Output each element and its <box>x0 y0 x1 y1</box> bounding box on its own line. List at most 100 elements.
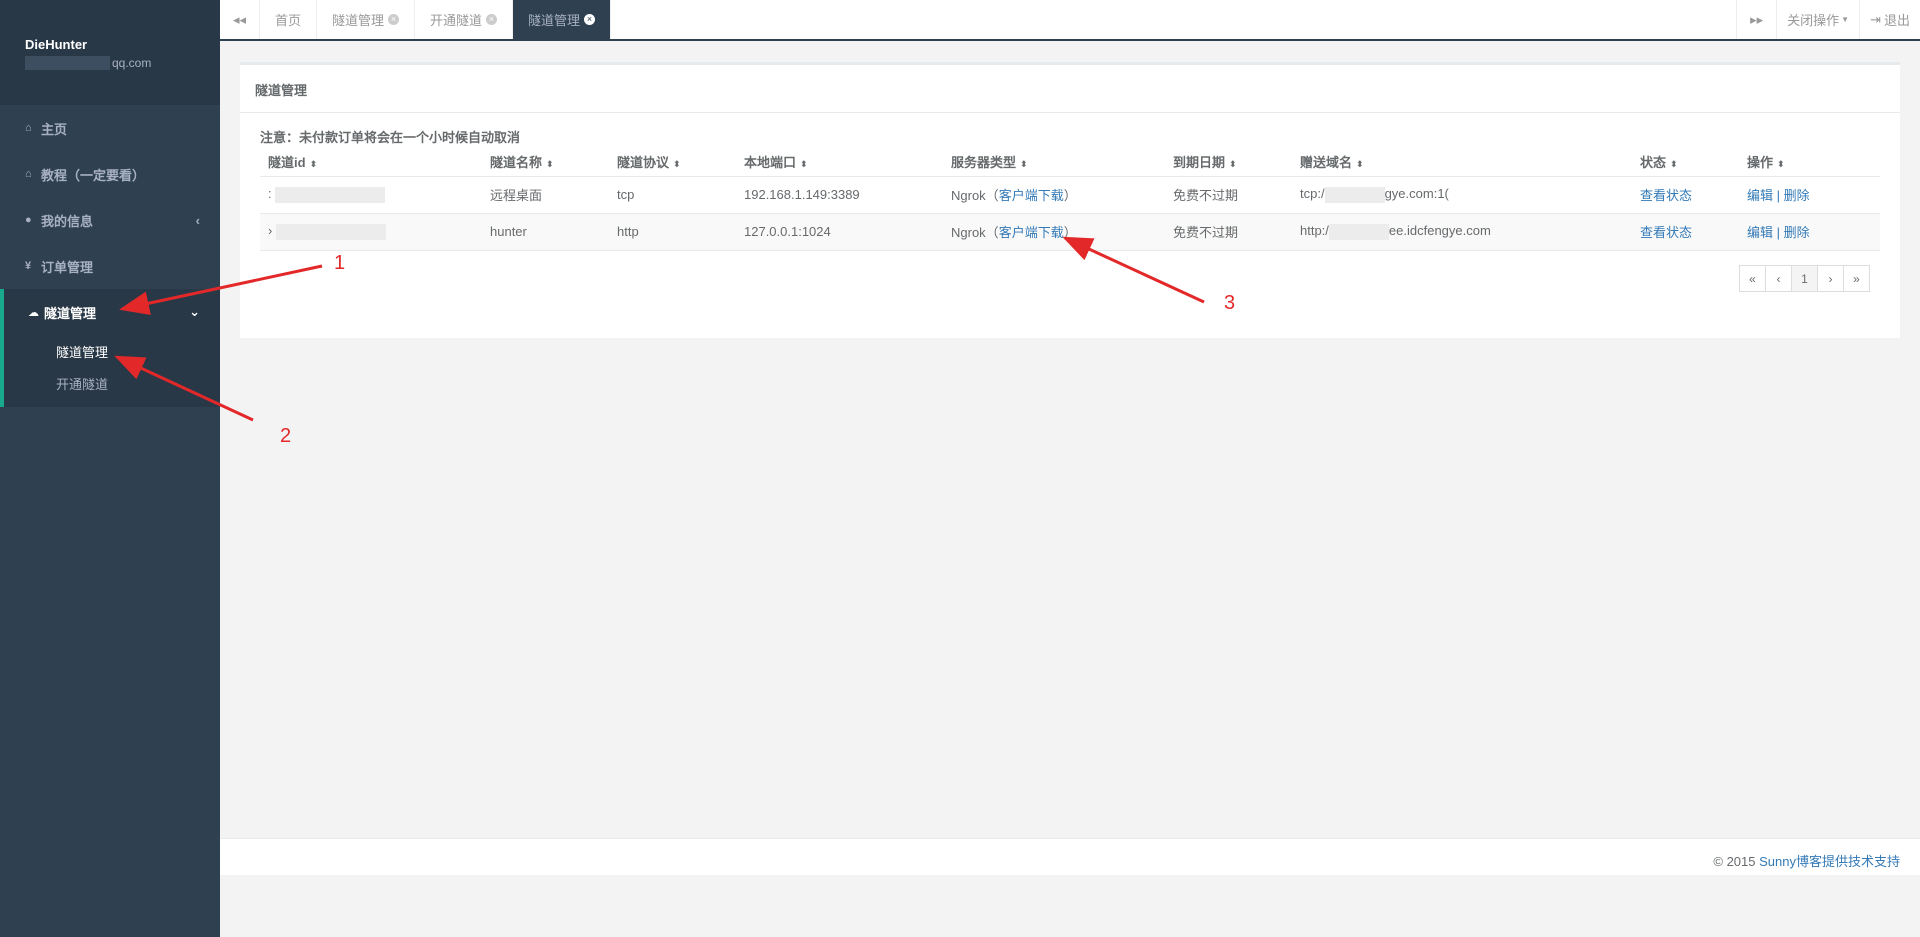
home-icon: ⌂ <box>25 122 32 134</box>
separator: | <box>1776 225 1781 240</box>
close-icon[interactable]: × <box>486 14 498 25</box>
actions-cell: 编辑 | 删除 <box>1739 213 1880 251</box>
close-icon[interactable]: × <box>584 14 596 25</box>
scroll-left-button[interactable]: ◂◂ <box>220 0 260 39</box>
sidebar-item-orders[interactable]: ¥ 订单管理 <box>0 243 220 289</box>
redacted-id <box>275 223 386 240</box>
annotation-number-1: 1 <box>334 252 346 274</box>
user-icon: ● <box>25 214 32 226</box>
column-header[interactable]: 操作 ⬍ <box>1739 148 1880 177</box>
expire-cell: 免费不过期 <box>1165 176 1292 214</box>
table-row: : 远程桌面 tcp 192.168.1.149:3389 Ngrok（客户端下… <box>260 176 1880 214</box>
sort-icon: ⬍ <box>1356 159 1364 170</box>
tab-tunnel-management-active[interactable]: 隧道管理 × <box>513 0 612 39</box>
sort-icon: ⬍ <box>546 159 554 170</box>
logout-button[interactable]: ⇥ 退出 <box>1859 0 1920 39</box>
scroll-right-button[interactable]: ▸▸ <box>1736 0 1776 39</box>
tab-label: 开通隧道 <box>430 13 483 28</box>
tab-label: 首页 <box>275 13 302 28</box>
sidebar-item-label: 主页 <box>41 121 68 137</box>
sidebar-subitem-tunnel-management[interactable]: 隧道管理 <box>4 335 220 367</box>
cloud-icon: ☁ <box>28 306 39 319</box>
close-operations-dropdown[interactable]: 关闭操作 ▼ <box>1776 0 1859 39</box>
client-download-link[interactable]: 客户端下载 <box>999 188 1064 203</box>
edit-link[interactable]: 编辑 <box>1747 225 1773 240</box>
tunnel-id-cell: › <box>260 213 482 251</box>
sidebar-subitem-open-tunnel[interactable]: 开通隧道 <box>4 367 220 399</box>
yen-icon: ¥ <box>25 260 32 272</box>
sidebar-item-label: 订单管理 <box>41 259 94 275</box>
chevron-left-icon: ‹ <box>195 212 200 228</box>
table-header-row: 隧道id ⬍ 隧道名称 ⬍ 隧道协议 ⬍ 本地端口 ⬍ 服务器类型 ⬍ 到期日期 ⬍ 赠送域… <box>260 148 1880 177</box>
sidebar-item-my-info[interactable]: ● 我的信息 ‹ <box>0 197 220 243</box>
sort-icon: ⬍ <box>1777 159 1785 170</box>
page-1-button[interactable]: 1 <box>1791 265 1818 292</box>
delete-link[interactable]: 删除 <box>1784 188 1810 203</box>
status-cell: 查看状态 <box>1632 213 1739 251</box>
client-download-link[interactable]: 客户端下载 <box>999 225 1064 240</box>
sidebar-item-label: 教程（一定要看） <box>41 167 146 183</box>
page-tabs: 首页 隧道管理 × 开通隧道 × 隧道管理 × <box>260 0 612 39</box>
pagination: « ‹ 1 › » <box>1739 265 1870 292</box>
redacted-domain <box>1328 223 1389 240</box>
logout-icon: ⇥ <box>1870 11 1881 27</box>
footer: © 2015 Sunny博客提供技术支持 <box>220 838 1920 875</box>
view-status-link[interactable]: 查看状态 <box>1640 225 1692 240</box>
table-row: › hunter http 127.0.0.1:1024 Ngrok（客户端下载… <box>260 213 1880 251</box>
status-cell: 查看状态 <box>1632 176 1739 214</box>
profile: DieHunter qq.com <box>0 0 220 105</box>
redacted-email <box>25 56 110 70</box>
first-page-button[interactable]: « <box>1739 265 1766 292</box>
redacted-domain <box>1324 186 1385 203</box>
column-header[interactable]: 到期日期 ⬍ <box>1165 148 1292 177</box>
email-suffix: qq.com <box>112 56 152 70</box>
user-email: qq.com <box>25 56 220 70</box>
sort-icon: ⬍ <box>800 159 808 170</box>
sidebar: DieHunter qq.com ⌂ 主页 ⌂ 教程（一定要看） ● 我的信息 … <box>0 0 220 937</box>
tab-open-tunnel[interactable]: 开通隧道 × <box>415 0 514 39</box>
tunnel-table: 隧道id ⬍ 隧道名称 ⬍ 隧道协议 ⬍ 本地端口 ⬍ 服务器类型 ⬍ 到期日期 ⬍ 赠送域… <box>260 148 1880 251</box>
sort-icon: ⬍ <box>1670 159 1678 170</box>
tunnel-name-cell: hunter <box>482 213 609 251</box>
next-page-button[interactable]: › <box>1817 265 1844 292</box>
sidebar-item-tutorial[interactable]: ⌂ 教程（一定要看） <box>0 151 220 197</box>
footer-link[interactable]: Sunny博客提供技术支持 <box>1759 854 1900 869</box>
column-header[interactable]: 服务器类型 ⬍ <box>943 148 1165 177</box>
column-header[interactable]: 状态 ⬍ <box>1632 148 1739 177</box>
domain-cell: http:/ee.idcfengye.com <box>1292 213 1632 251</box>
column-header[interactable]: 隧道协议 ⬍ <box>609 148 736 177</box>
edit-link[interactable]: 编辑 <box>1747 188 1773 203</box>
tab-home[interactable]: 首页 <box>260 0 318 39</box>
column-header[interactable]: 隧道id ⬍ <box>260 148 482 177</box>
panel-title: 隧道管理 <box>240 65 1900 113</box>
annotation-number-3: 3 <box>1224 292 1236 314</box>
caret-down-icon: ▼ <box>1841 15 1850 24</box>
column-header[interactable]: 隧道名称 ⬍ <box>482 148 609 177</box>
last-page-button[interactable]: » <box>1843 265 1870 292</box>
prev-page-button[interactable]: ‹ <box>1765 265 1792 292</box>
column-header[interactable]: 赠送域名 ⬍ <box>1292 148 1632 177</box>
sidebar-item-tunnel-management[interactable]: ☁ 隧道管理 ⌄ <box>4 289 220 335</box>
sidebar-item-home[interactable]: ⌂ 主页 <box>0 105 220 151</box>
delete-link[interactable]: 删除 <box>1784 225 1810 240</box>
dropdown-label: 关闭操作 <box>1787 13 1840 28</box>
copyright-text: © 2015 <box>1713 854 1756 869</box>
username[interactable]: DieHunter <box>25 37 220 52</box>
double-chevron-left-icon: ◂◂ <box>232 11 247 27</box>
column-header[interactable]: 本地端口 ⬍ <box>736 148 943 177</box>
local-port-cell: 192.168.1.149:3389 <box>736 176 943 214</box>
sort-icon: ⬍ <box>673 159 681 170</box>
annotation-number-2: 2 <box>280 425 292 447</box>
unpaid-notice: 注意：未付款订单将会在一个小时候自动取消 <box>260 130 521 145</box>
close-icon[interactable]: × <box>388 14 400 25</box>
sort-icon: ⬍ <box>309 159 318 170</box>
sidebar-group-tunnel: ☁ 隧道管理 ⌄ 隧道管理 开通隧道 <box>0 289 220 407</box>
tab-tunnel-management[interactable]: 隧道管理 × <box>317 0 416 39</box>
server-type-cell: Ngrok（客户端下载） <box>943 176 1165 214</box>
double-chevron-right-icon: ▸▸ <box>1750 11 1764 27</box>
separator: | <box>1776 188 1781 203</box>
actions-cell: 编辑 | 删除 <box>1739 176 1880 214</box>
view-status-link[interactable]: 查看状态 <box>1640 188 1692 203</box>
tab-label: 隧道管理 <box>332 13 385 28</box>
domain-cell: tcp:/gye.com:1( <box>1292 176 1632 214</box>
